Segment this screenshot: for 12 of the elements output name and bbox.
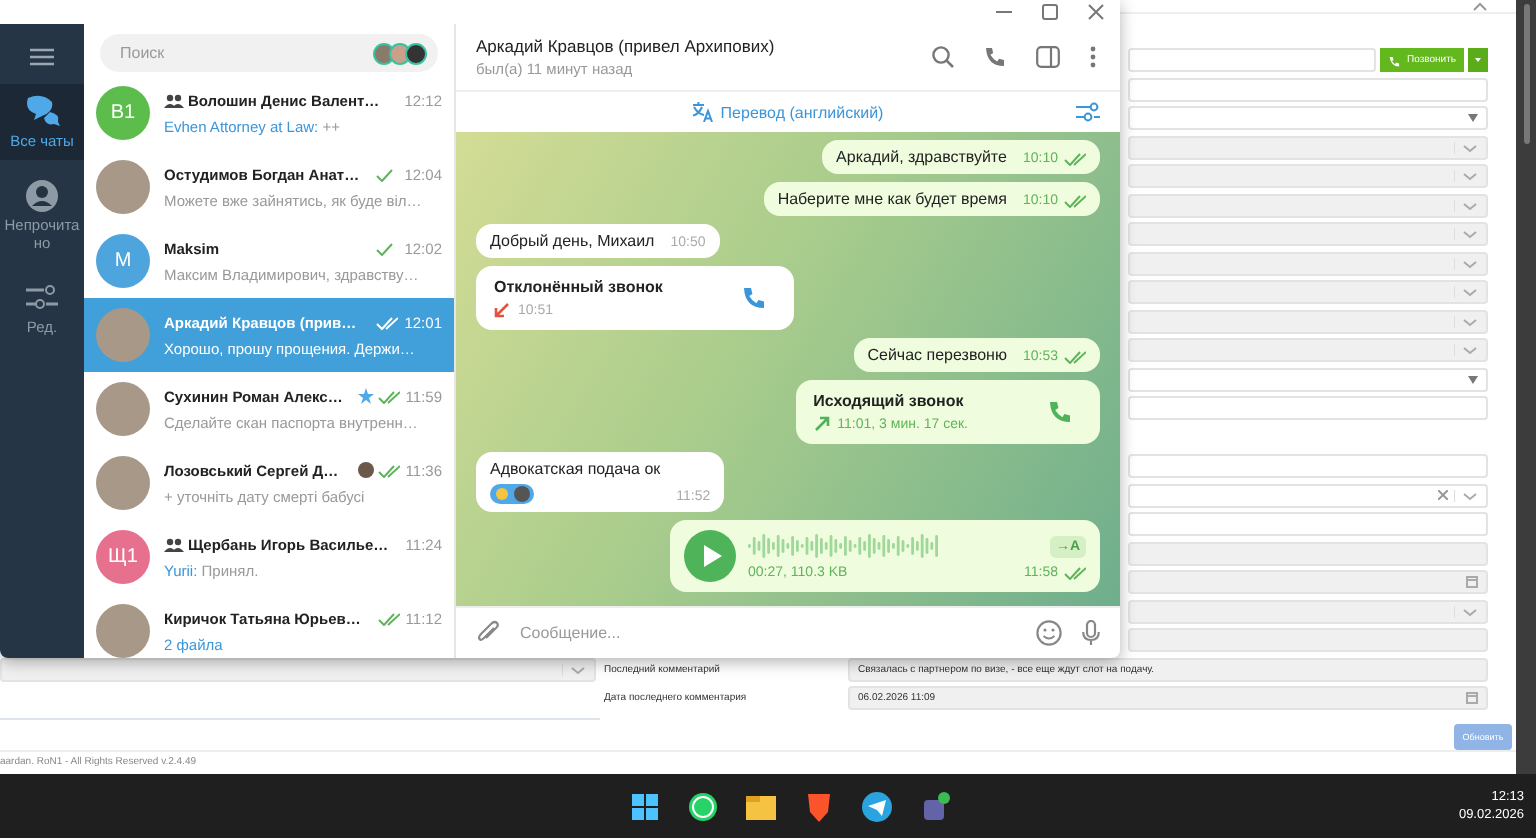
message-text: Сейчас перезвоню — [867, 346, 1007, 364]
search-field[interactable]: Поиск — [100, 34, 438, 72]
chat-title: Аркадий Кравцов (привел Архипових) — [476, 36, 777, 56]
avatar: M — [96, 234, 150, 288]
message-text: Аркадий, здравствуйте — [836, 148, 1007, 166]
message-text: Добрый день, Михаил — [490, 232, 655, 250]
call-title: Отклонённый звонок — [494, 278, 663, 296]
message-text: Наберите мне как будет время — [777, 190, 1007, 208]
call-title: Исходящий звонок — [813, 392, 966, 410]
avatar: Щ1 — [96, 530, 150, 584]
avatar: В1 — [96, 86, 150, 140]
message-text: Адвокатская подача ок — [490, 460, 661, 478]
